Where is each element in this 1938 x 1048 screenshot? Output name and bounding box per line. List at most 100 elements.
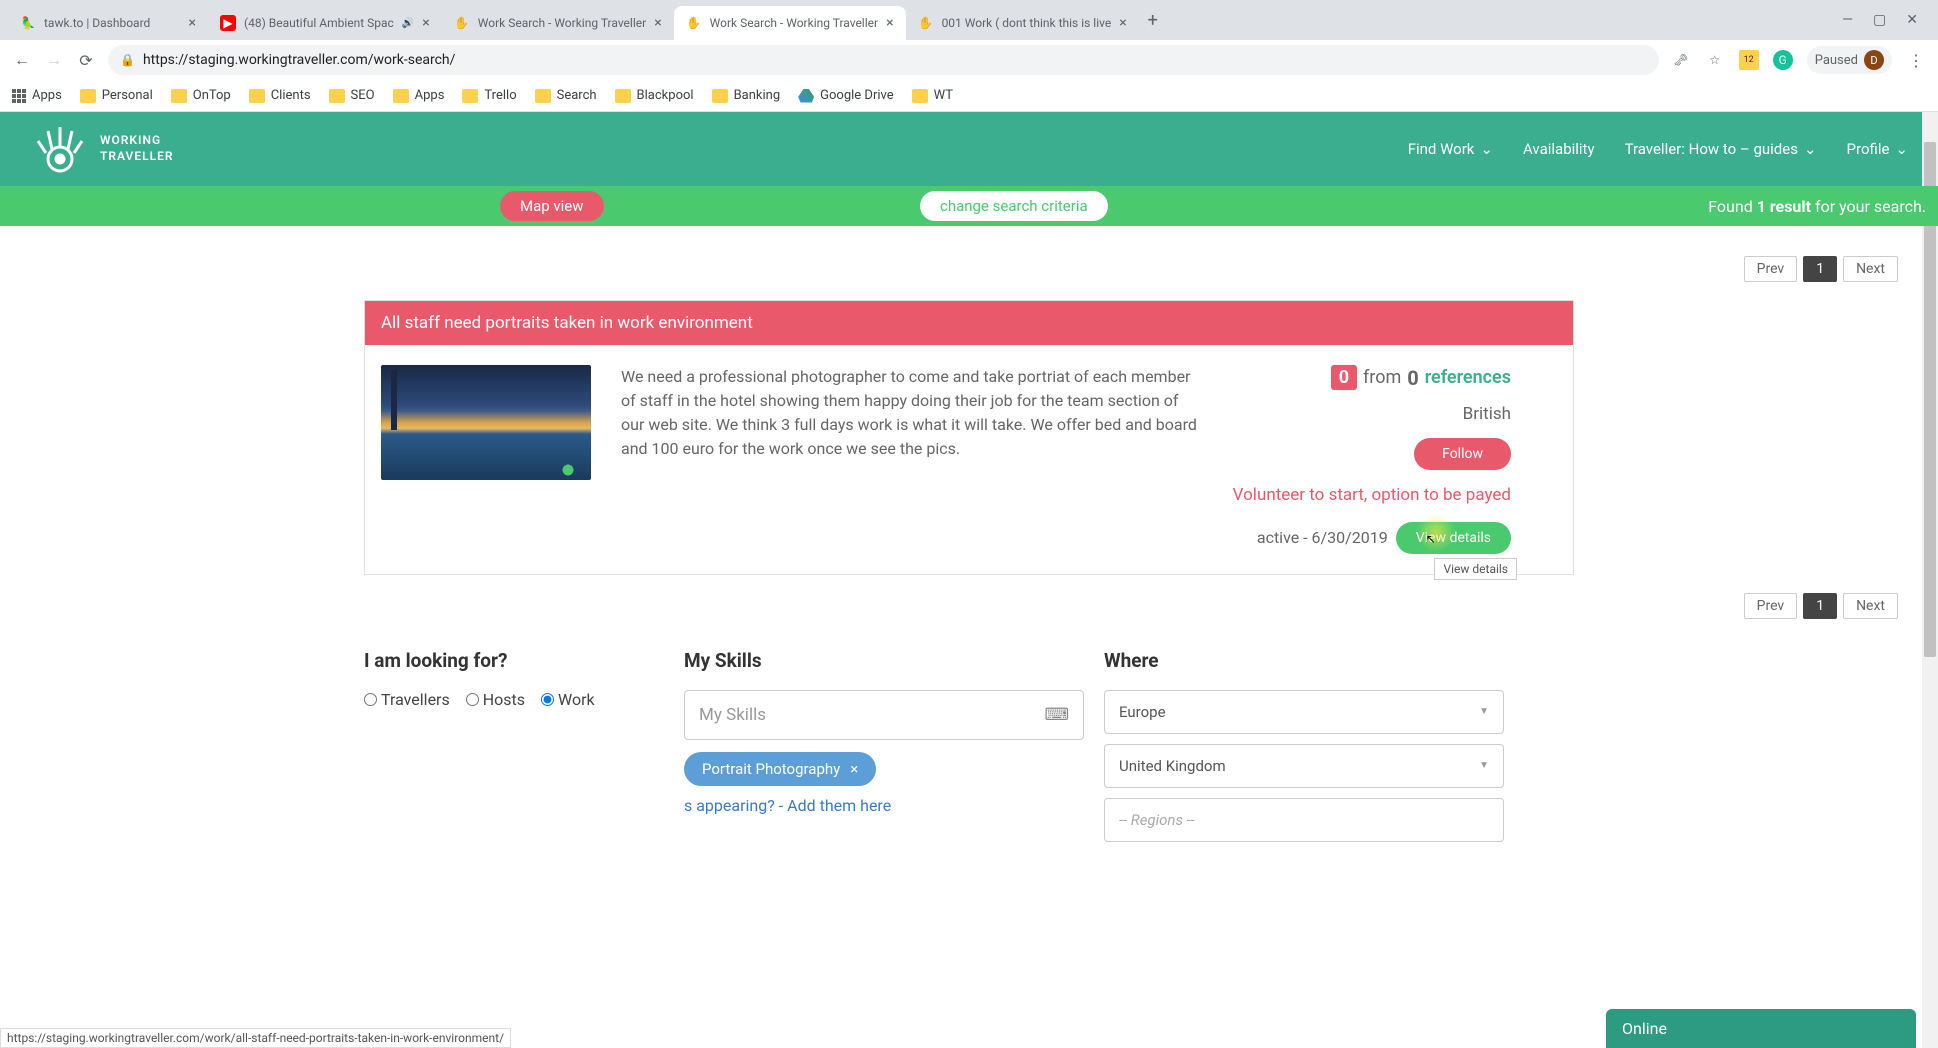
bookmark-folder[interactable]: Blackpool bbox=[615, 88, 694, 103]
bookmark-folder[interactable]: Search bbox=[535, 88, 597, 103]
job-title[interactable]: All staff need portraits taken in work e… bbox=[365, 301, 1573, 345]
page-number[interactable]: 1 bbox=[1803, 593, 1837, 619]
key-icon[interactable]: 🗝 bbox=[1671, 50, 1691, 70]
bookmark-folder[interactable]: Trello bbox=[462, 88, 516, 103]
prev-button[interactable]: Prev bbox=[1744, 593, 1798, 619]
job-description: We need a professional photographer to c… bbox=[621, 365, 1201, 554]
logo[interactable]: WORKING TRAVELLER bbox=[30, 119, 173, 179]
bookmark-folder[interactable]: Personal bbox=[80, 88, 153, 103]
apps-button[interactable]: Apps bbox=[12, 88, 62, 103]
add-skills-link[interactable]: s appearing? - Add them here bbox=[684, 796, 1084, 815]
regions-select[interactable]: -- Regions -- bbox=[1104, 798, 1504, 842]
references-link[interactable]: references bbox=[1425, 367, 1511, 388]
close-window-button[interactable]: ✕ bbox=[1906, 12, 1918, 28]
browser-tab[interactable]: ▶ (48) Beautiful Ambient Spac 🔊 × bbox=[208, 6, 442, 40]
follow-button[interactable]: Follow bbox=[1414, 438, 1511, 470]
tab-title: (48) Beautiful Ambient Spac bbox=[244, 16, 394, 30]
nav-find-work[interactable]: Find Work⌄ bbox=[1408, 140, 1493, 158]
pagination-bottom: Prev 1 Next bbox=[12, 593, 1926, 619]
avatar: D bbox=[1864, 50, 1884, 70]
close-icon[interactable]: × bbox=[886, 15, 893, 31]
nav-profile[interactable]: Profile⌄ bbox=[1847, 140, 1908, 158]
next-button[interactable]: Next bbox=[1843, 256, 1898, 282]
address-bar[interactable]: 🔒 https://staging.workingtraveller.com/w… bbox=[108, 45, 1659, 75]
favicon-icon: 🦜 bbox=[20, 15, 36, 31]
tooltip: View details bbox=[1434, 558, 1517, 580]
audio-icon[interactable]: 🔊 bbox=[402, 18, 414, 29]
close-icon[interactable]: × bbox=[189, 15, 196, 31]
close-icon[interactable]: × bbox=[654, 15, 661, 31]
favicon-icon: ✋ bbox=[454, 15, 470, 31]
paused-chip[interactable]: Paused D bbox=[1807, 46, 1892, 74]
close-icon[interactable]: × bbox=[422, 15, 429, 31]
skills-heading: My Skills bbox=[684, 649, 1084, 672]
back-button[interactable]: ← bbox=[12, 50, 32, 70]
change-search-button[interactable]: change search criteria bbox=[920, 191, 1108, 221]
remove-skill-icon[interactable]: × bbox=[850, 760, 858, 778]
skills-input[interactable]: My Skills ⌨ bbox=[684, 690, 1084, 740]
page-content: WORKING TRAVELLER Find Work⌄ Availabilit… bbox=[0, 112, 1938, 1048]
chevron-down-icon: ⌄ bbox=[1895, 140, 1908, 158]
bookmark-folder[interactable]: SEO bbox=[329, 88, 375, 103]
browser-tab[interactable]: ✋ 001 Work ( dont think this is live × bbox=[906, 6, 1139, 40]
page-number[interactable]: 1 bbox=[1803, 256, 1837, 282]
window-controls: — ▢ ✕ bbox=[1842, 12, 1930, 28]
browser-tab[interactable]: 🦜 tawk.to | Dashboard × bbox=[8, 6, 208, 40]
folder-icon bbox=[393, 89, 409, 103]
keyboard-icon: ⌨ bbox=[1044, 705, 1069, 725]
next-button[interactable]: Next bbox=[1843, 593, 1898, 619]
minimize-button[interactable]: — bbox=[1842, 12, 1853, 28]
reload-button[interactable]: ⟳ bbox=[76, 51, 96, 70]
caret-down-icon: ▼ bbox=[1479, 706, 1489, 717]
close-icon[interactable]: × bbox=[1119, 15, 1126, 31]
active-date: active - 6/30/2019 bbox=[1257, 528, 1388, 547]
browser-tab-active[interactable]: ✋ Work Search - Working Traveller × bbox=[674, 6, 906, 40]
tab-title: 001 Work ( dont think this is live bbox=[942, 16, 1112, 30]
folder-icon bbox=[80, 89, 96, 103]
references-line: 0 from 0 references bbox=[1231, 365, 1511, 390]
scrollbar-track[interactable] bbox=[1922, 112, 1938, 1048]
favicon-icon: ✋ bbox=[686, 15, 702, 31]
looking-for-section: I am looking for? Travellers Hosts Work bbox=[364, 649, 664, 852]
nav-traveller-guides[interactable]: Traveller: How to – guides⌄ bbox=[1625, 140, 1817, 158]
extension-icon[interactable]: 12 bbox=[1739, 50, 1759, 70]
bookmark-folder[interactable]: Apps bbox=[393, 88, 445, 103]
tab-title: Work Search - Working Traveller bbox=[478, 16, 646, 30]
logo-icon bbox=[30, 119, 90, 179]
radio-travellers[interactable]: Travellers bbox=[364, 690, 450, 709]
view-details-button[interactable]: View details ↖ View details bbox=[1396, 522, 1511, 554]
nav-availability[interactable]: Availability bbox=[1523, 140, 1595, 158]
skill-chip: Portrait Photography × bbox=[684, 752, 876, 786]
logo-text: WORKING TRAVELLER bbox=[100, 133, 173, 164]
bookmark-folder[interactable]: Banking bbox=[712, 88, 781, 103]
bookmark-folder[interactable]: Clients bbox=[249, 88, 311, 103]
chevron-down-icon: ⌄ bbox=[1804, 140, 1817, 158]
ref-badge: 0 bbox=[1331, 365, 1357, 390]
browser-tab[interactable]: ✋ Work Search - Working Traveller × bbox=[442, 6, 674, 40]
forward-button[interactable]: → bbox=[44, 50, 64, 70]
grammarly-icon[interactable]: G bbox=[1773, 50, 1793, 70]
chat-widget[interactable]: Online bbox=[1606, 1009, 1916, 1048]
continent-select[interactable]: Europe▼ bbox=[1104, 690, 1504, 734]
action-bar: Map view change search criteria Found 1 … bbox=[0, 186, 1938, 226]
radio-hosts[interactable]: Hosts bbox=[466, 690, 525, 709]
prev-button[interactable]: Prev bbox=[1744, 256, 1798, 282]
job-image[interactable] bbox=[381, 365, 591, 480]
new-tab-button[interactable]: + bbox=[1139, 6, 1167, 34]
lock-icon: 🔒 bbox=[120, 53, 135, 67]
map-view-button[interactable]: Map view bbox=[500, 191, 604, 221]
browser-status-bar: https://staging.workingtraveller.com/wor… bbox=[0, 1028, 511, 1048]
folder-icon bbox=[249, 89, 265, 103]
maximize-button[interactable]: ▢ bbox=[1873, 12, 1886, 28]
chat-status: Online bbox=[1622, 1019, 1667, 1038]
country-select[interactable]: United Kingdom▼ bbox=[1104, 744, 1504, 788]
chevron-down-icon: ⌄ bbox=[1480, 140, 1493, 158]
bookmark-folder[interactable]: WT bbox=[912, 88, 953, 103]
tab-title: tawk.to | Dashboard bbox=[44, 16, 181, 30]
radio-work[interactable]: Work bbox=[541, 690, 595, 709]
apps-icon bbox=[12, 89, 26, 103]
menu-icon[interactable]: ⋮ bbox=[1906, 51, 1926, 70]
star-icon[interactable]: ☆ bbox=[1705, 50, 1725, 70]
bookmark-folder[interactable]: OnTop bbox=[171, 88, 231, 103]
bookmark-gdrive[interactable]: Google Drive bbox=[798, 88, 893, 103]
